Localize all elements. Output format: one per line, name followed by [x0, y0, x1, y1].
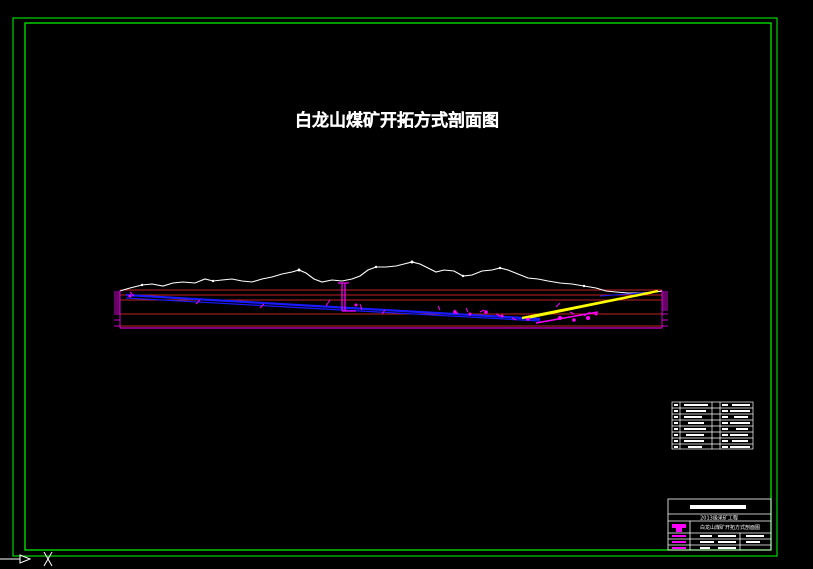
ucs-axis-icon: [0, 551, 53, 567]
title-block-school: 2013级采矿工程: [700, 515, 738, 522]
left-elevation-scale: [114, 290, 121, 328]
title-block-fields: [700, 535, 764, 549]
terrain-surface-line: [119, 261, 663, 294]
title-block-header-bar: [690, 505, 746, 509]
roadway-workings: [129, 291, 591, 321]
drawing-title: 白龙山煤矿开拓方式剖面图: [295, 110, 499, 131]
cross-section: [114, 260, 668, 329]
title-block-drawing-name: 白龙山煤矿开拓方式剖面图: [700, 524, 760, 531]
outer-frame: [12, 17, 778, 557]
right-elevation-scale: [661, 290, 668, 328]
cad-drawing-canvas[interactable]: 白龙山煤矿开拓方式剖面图 2013级采矿工程 白龙山煤矿开拓方式剖面图: [0, 0, 813, 569]
